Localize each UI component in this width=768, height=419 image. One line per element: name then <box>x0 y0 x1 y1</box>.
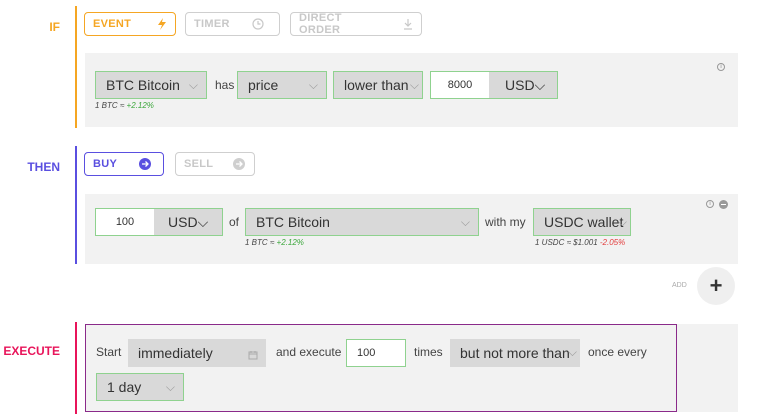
times-input[interactable]: 100 <box>346 339 406 367</box>
execute-panel-bg <box>676 324 738 412</box>
tab-sell[interactable]: SELL <box>175 152 255 176</box>
amount-input[interactable]: 100 USD ⌵ <box>95 208 223 236</box>
times-text: times <box>414 345 443 359</box>
has-text: has <box>215 78 235 92</box>
info-icon[interactable]: i <box>706 200 714 208</box>
price-value-input[interactable]: 8000 USD ⌵ <box>430 71 558 99</box>
tab-direct-order[interactable]: DIRECT ORDER <box>290 12 422 36</box>
tab-timer-label: TIMER <box>194 18 230 30</box>
calendar-icon <box>248 347 258 363</box>
amount-currency-select[interactable]: USD ⌵ <box>154 209 222 235</box>
times-value: 100 <box>357 347 376 359</box>
start-text: Start <box>96 345 122 359</box>
wallet-rate-change: -2.05% <box>599 238 626 247</box>
then-action-panel: 100 USD ⌵ of BTC Bitcoin ⌵ 1 BTC ≈ +2.12… <box>85 194 738 264</box>
start-select-value: immediately <box>138 345 213 361</box>
then-section-bar <box>75 146 77 264</box>
chevron-down-icon: ⌵ <box>460 215 470 229</box>
currency-select-value: USD <box>505 77 535 93</box>
currency-select[interactable]: USD ⌵ <box>489 72 557 98</box>
tab-buy-label: BUY <box>93 158 118 170</box>
plus-icon: + <box>709 273 723 298</box>
info-icon[interactable]: i <box>717 63 725 71</box>
asset-rate-note: 1 BTC ≈ +2.12% <box>95 101 154 110</box>
then-label: THEN <box>27 160 60 174</box>
and-execute-text: and execute <box>276 345 342 359</box>
amount-value: 100 <box>115 216 135 228</box>
tab-direct-order-label: DIRECT ORDER <box>299 12 342 36</box>
remove-icon[interactable] <box>719 200 728 209</box>
chevron-down-icon: ⌵ <box>567 345 577 359</box>
chevron-down-icon: ⌵ <box>188 78 198 92</box>
tab-sell-label: SELL <box>184 158 214 170</box>
chevron-down-icon: ⌵ <box>165 380 175 394</box>
amount-currency-value: USD <box>168 214 198 230</box>
property-select-value: price <box>248 77 279 93</box>
chevron-down-icon: ⌵ <box>197 213 209 230</box>
rate-change: +2.12% <box>276 238 304 247</box>
tab-buy[interactable]: BUY <box>84 152 164 176</box>
asset-select-value: BTC Bitcoin <box>106 77 180 93</box>
execute-label: EXECUTE <box>3 344 60 358</box>
tab-event-label: EVENT <box>93 18 132 30</box>
price-value: 8000 <box>447 79 473 91</box>
comparison-select[interactable]: lower than ⌵ <box>333 71 423 99</box>
interval-select[interactable]: 1 day ⌵ <box>96 373 184 401</box>
buy-asset-select[interactable]: BTC Bitcoin ⌵ <box>245 208 479 236</box>
asset-select[interactable]: BTC Bitcoin ⌵ <box>95 71 207 99</box>
with-my-text: with my <box>485 215 526 229</box>
if-label: IF <box>49 20 60 34</box>
chevron-down-icon: ⌵ <box>308 78 318 92</box>
if-section-bar <box>75 6 77 128</box>
chevron-down-icon: ⌵ <box>534 76 546 93</box>
wallet-select-value: USDC wallet <box>544 214 624 230</box>
once-every-text: once every <box>588 345 647 359</box>
limit-select[interactable]: but not more than ⌵ <box>450 339 580 367</box>
buy-asset-rate-note: 1 BTC ≈ +2.12% <box>245 238 304 247</box>
start-select[interactable]: immediately <box>128 339 266 367</box>
execute-panel: Start immediately and execute 100 times … <box>85 324 677 412</box>
execute-section-bar <box>75 322 77 414</box>
lightning-icon <box>157 18 167 30</box>
arrow-right-icon <box>233 158 246 170</box>
if-condition-panel: BTC Bitcoin ⌵ 1 BTC ≈ +2.12% has price ⌵… <box>85 53 738 127</box>
arrow-right-icon <box>139 158 152 170</box>
tab-timer[interactable]: TIMER <box>185 12 280 36</box>
comparison-select-value: lower than <box>344 77 409 93</box>
limit-select-value: but not more than <box>460 345 570 361</box>
buy-asset-value: BTC Bitcoin <box>256 214 330 230</box>
wallet-rate-note: 1 USDC ≈ $1.001 -2.05% <box>535 238 626 247</box>
add-label: ADD <box>672 282 687 289</box>
property-select[interactable]: price ⌵ <box>237 71 327 99</box>
add-button[interactable]: + <box>697 267 735 305</box>
rate-change: +2.12% <box>126 101 154 110</box>
download-icon <box>403 18 413 30</box>
wallet-select[interactable]: USDC wallet ⌵ <box>533 208 631 236</box>
chevron-down-icon: ⌵ <box>409 78 419 92</box>
tab-event[interactable]: EVENT <box>84 12 176 36</box>
of-text: of <box>229 215 240 229</box>
clock-icon <box>252 18 264 30</box>
interval-select-value: 1 day <box>107 379 142 395</box>
chevron-down-icon: ⌵ <box>617 215 627 229</box>
